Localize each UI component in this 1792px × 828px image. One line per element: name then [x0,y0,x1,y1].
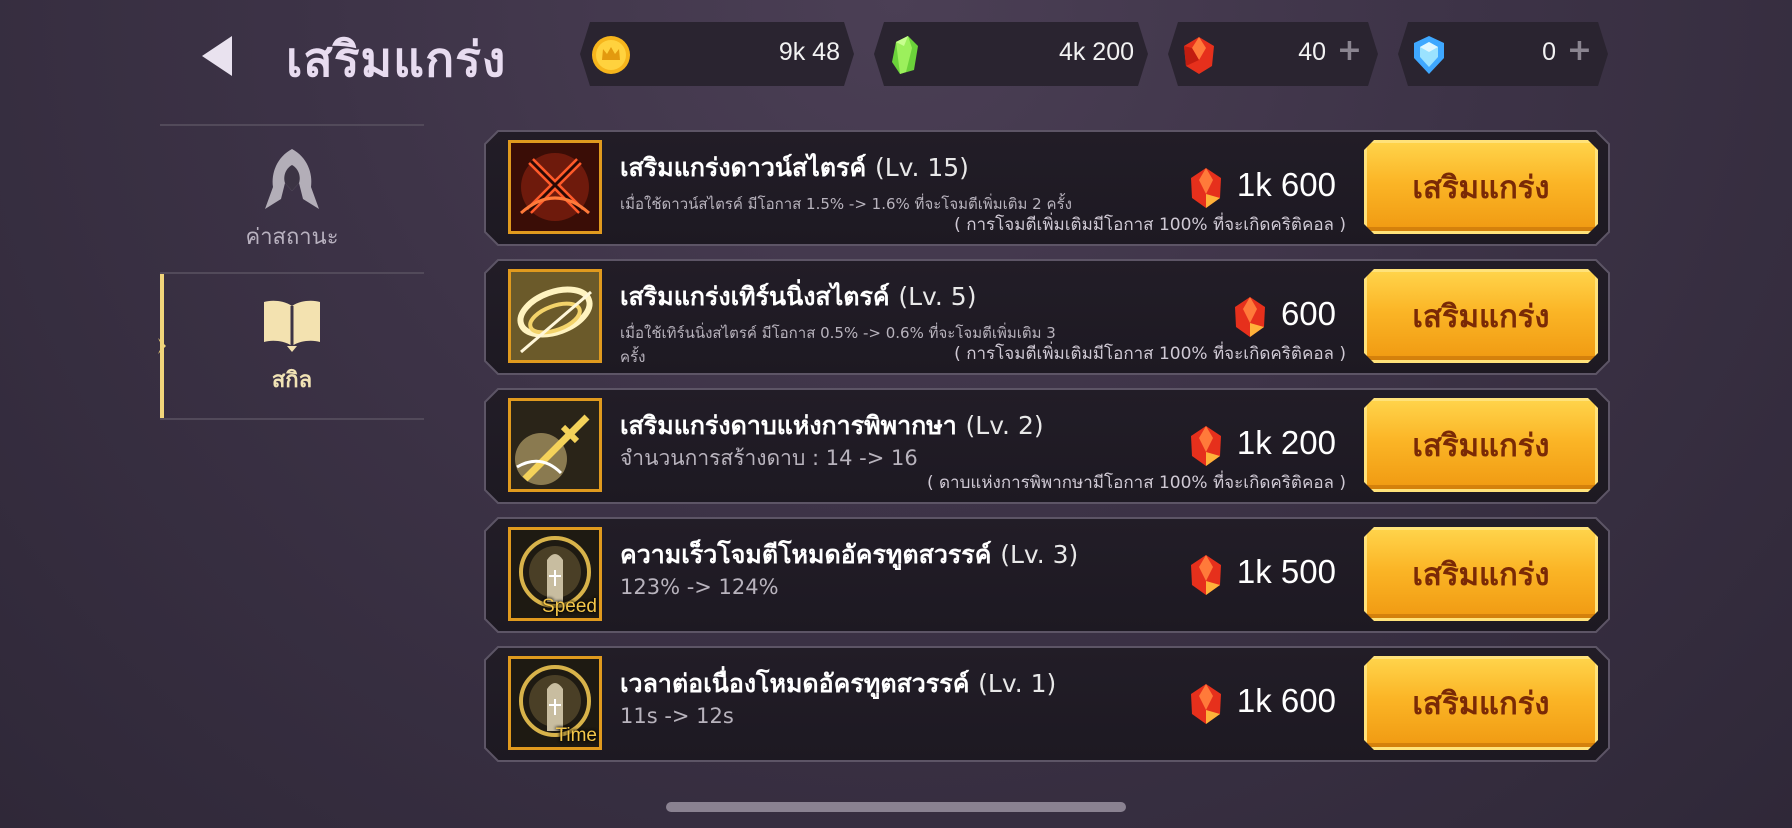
gold-amount: 9k 48 [778,38,840,66]
upgrade-cost: 600 [1280,295,1336,332]
skill-name: เสริมแกร่งเทิร์นนิ่งสไตรค์ (Lv. 5) [620,282,977,311]
skill-icon-tag: Speed [542,596,597,617]
tab-stats-label: ค่าสถานะ [245,224,339,250]
spinning-slash-icon [508,269,602,363]
blue-diamond-icon [1408,34,1450,76]
skill-row: เสริมแกร่งเทิร์นนิ่งสไตรค์ (Lv. 5) เมื่อ… [484,259,1610,375]
green-crystal-icon [884,34,926,76]
currency-gold: 9k 48 [580,22,854,86]
upgrade-button-label: เสริมแกร่ง [1412,686,1550,722]
red-gem-icon [1188,424,1224,468]
page-title: เสริมแกร่ง [286,32,507,88]
skill-name: เสริมแกร่งดาวน์สไตรค์ (Lv. 15) [620,153,969,182]
upgrade-button[interactable]: เสริมแกร่ง [1364,140,1598,234]
open-book-icon [264,300,320,352]
red-gem-icon [1178,34,1220,76]
sidebar-divider [160,418,424,420]
blue-diamond-amount: 0 [1542,38,1556,66]
upgrade-button-label: เสริมแกร่ง [1412,557,1550,593]
sidebar-divider [160,124,424,126]
skill-name: เวลาต่อเนื่องโหมดอัครทูตสวรรค์ (Lv. 1) [620,669,1057,698]
upgrade-button[interactable]: เสริมแกร่ง [1364,656,1598,750]
upgrade-button-label: เสริมแกร่ง [1412,428,1550,464]
skill-note: ( การโจมตีเพิ่มเติมมีโอกาส 100% ที่จะเกิ… [954,215,1346,235]
red-gem-icon [1188,682,1224,726]
red-gem-amount: 40 [1298,38,1326,66]
upgrade-cost: 1k 600 [1236,166,1336,203]
add-red-gem-button[interactable]: + [1337,36,1362,66]
upgrade-button[interactable]: เสริมแกร่ง [1364,269,1598,363]
upgrade-cost: 1k 600 [1236,682,1336,719]
skill-note: ( การโจมตีเพิ่มเติมมีโอกาส 100% ที่จะเกิ… [954,344,1346,364]
home-indicator[interactable] [666,802,1126,812]
skill-description: จำนวนการสร้างดาบ : 14 -> 16 [620,446,918,470]
currency-blue-diamond: 0 + [1398,22,1608,86]
skill-description: 11s -> 12s [620,704,734,728]
judgment-sword-icon [508,398,602,492]
currency-red-gem: 40 + [1168,22,1378,86]
upgrade-cost: 1k 200 [1236,424,1336,461]
gold-coin-icon [590,34,632,76]
upgrade-button[interactable]: เสริมแกร่ง [1364,398,1598,492]
add-blue-diamond-button[interactable]: + [1567,36,1592,66]
back-button[interactable] [196,34,240,78]
skill-row: เสริมแกร่งดาวน์สไตรค์ (Lv. 15) เมื่อใช้ด… [484,130,1610,246]
active-tab-indicator [158,274,166,418]
hooded-figure-icon [265,148,319,209]
praying-hand-icon: Speed [508,527,602,621]
red-gem-icon [1188,553,1224,597]
crossed-swords-icon [508,140,602,234]
back-arrow-icon [202,36,232,76]
red-gem-icon [1232,295,1268,339]
tab-skill[interactable]: สกิล [160,274,424,418]
skill-name: เสริมแกร่งดาบแห่งการพิพากษา (Lv. 2) [620,411,1044,440]
praying-hand-icon: Time [508,656,602,750]
skill-note: ( ดาบแห่งการพิพากษามีโอกาส 100% ที่จะเกิ… [926,473,1346,493]
red-gem-icon [1188,166,1224,210]
currency-green-crystal: 4k 200 [874,22,1148,86]
upgrade-button-label: เสริมแกร่ง [1412,299,1550,335]
skill-name: ความเร็วโจมตีโหมดอัครทูตสวรรค์ (Lv. 3) [620,540,1079,569]
upgrade-button[interactable]: เสริมแกร่ง [1364,527,1598,621]
upgrade-button-label: เสริมแกร่ง [1412,170,1550,206]
skill-icon-tag: Time [555,725,597,746]
tab-skill-label: สกิล [271,367,313,393]
skill-row: Speed ความเร็วโจมตีโหมดอัครทูตสวรรค์ (Lv… [484,517,1610,633]
skill-description: 123% -> 124% [620,575,779,599]
skill-row: เสริมแกร่งดาบแห่งการพิพากษา (Lv. 2) จำนว… [484,388,1610,504]
skill-row: Time เวลาต่อเนื่องโหมดอัครทูตสวรรค์ (Lv.… [484,646,1610,762]
upgrade-cost: 1k 500 [1236,553,1336,590]
green-crystal-amount: 4k 200 [1058,38,1134,66]
tab-stats[interactable]: ค่าสถานะ [160,128,424,272]
